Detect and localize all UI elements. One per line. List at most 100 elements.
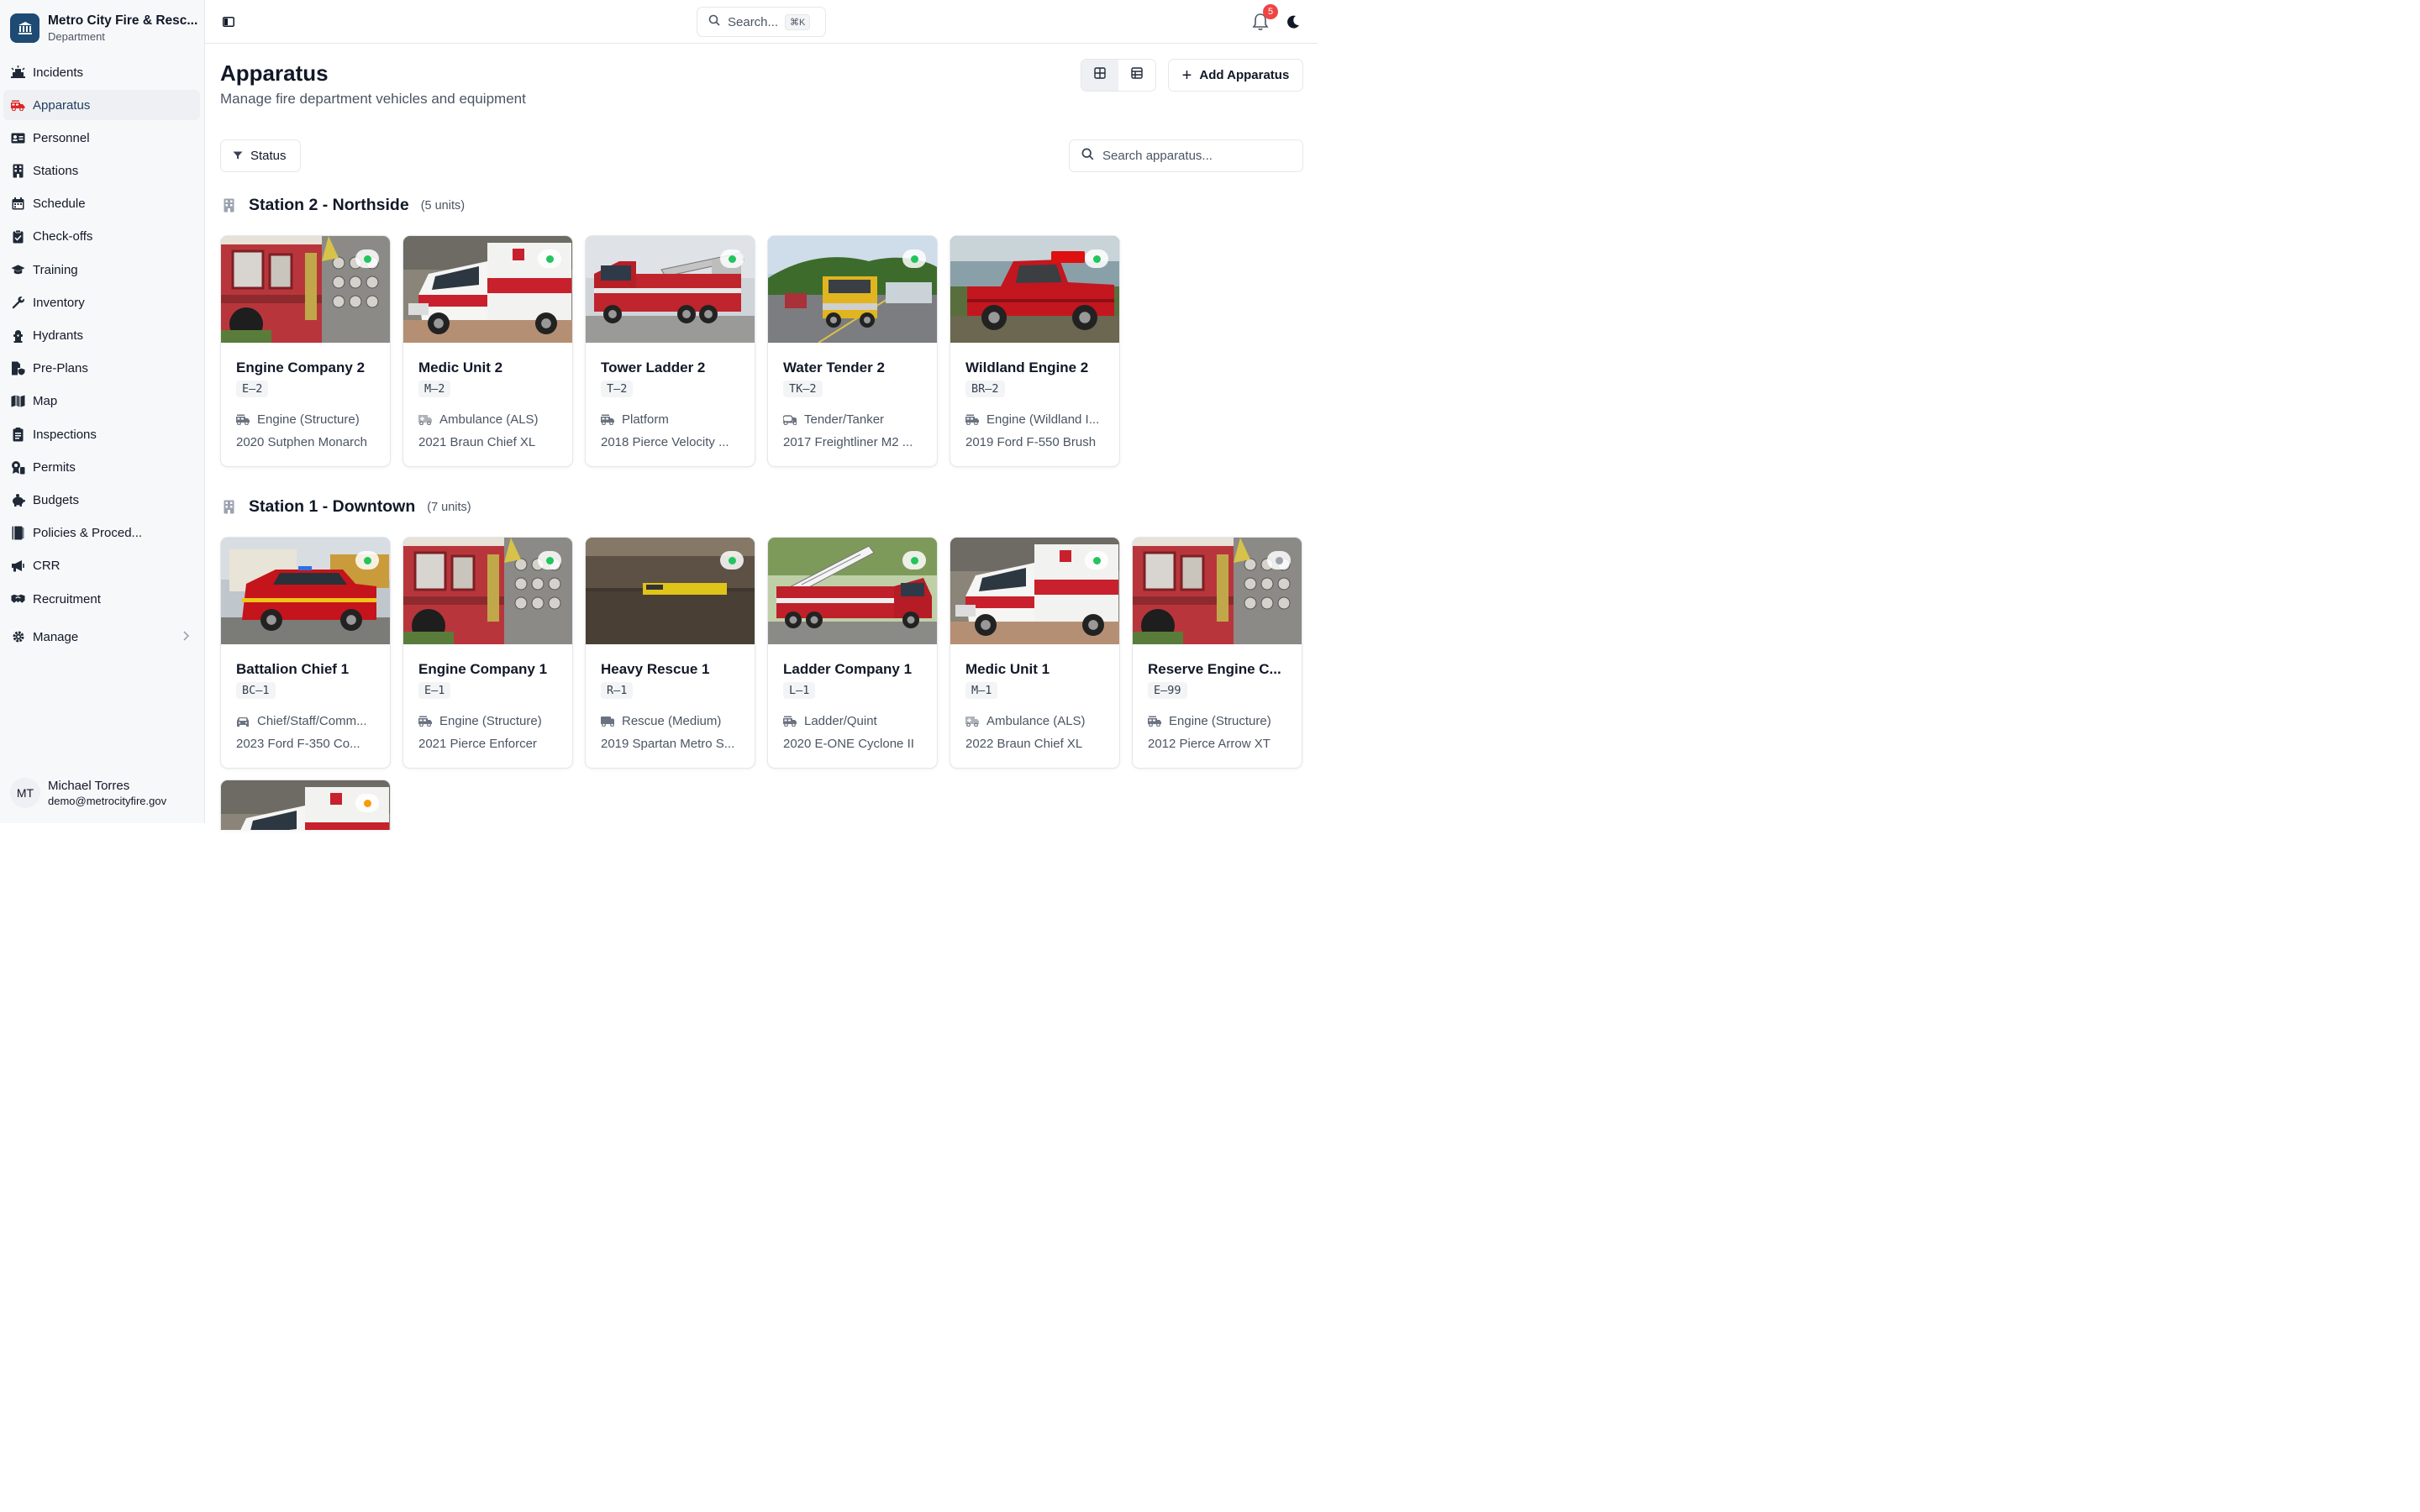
station-unit-count: (7 units) [427, 500, 471, 514]
sidebar-item-apparatus[interactable]: Apparatus [3, 90, 200, 121]
building-icon [11, 164, 25, 178]
apparatus-type: Ladder/Quint [783, 714, 877, 728]
apparatus-search-input[interactable] [1102, 149, 1287, 163]
status-indicator [355, 249, 379, 268]
sidebar-item-training[interactable]: Training [3, 255, 200, 285]
status-dot [1092, 255, 1101, 263]
status-dot [363, 799, 371, 807]
apparatus-name: Water Tender 2 [783, 360, 885, 375]
avatar: MT [10, 778, 40, 808]
apparatus-name: Engine Company 2 [236, 360, 366, 375]
sidebar-item-manage[interactable]: Manage [3, 622, 200, 652]
status-dot [910, 556, 918, 564]
rescue-truck-icon [601, 716, 614, 727]
apparatus-model: 2023 Ford F-350 Co... [236, 737, 360, 751]
page-title: Apparatus [220, 60, 329, 86]
building-icon [220, 197, 237, 214]
apparatus-card[interactable]: Wildland Engine 2 BR–2 Engine (Wildland … [950, 235, 1120, 467]
status-indicator [538, 249, 561, 268]
apparatus-card[interactable]: Engine Company 1 E–1 Engine (Structure) … [402, 537, 573, 769]
sidebar-item-label: Policies & Proced... [33, 526, 143, 541]
user-email: demo@metrocityfire.gov [48, 795, 167, 807]
fire-truck-icon [418, 716, 432, 727]
apparatus-type: Platform [601, 412, 669, 427]
apparatus-card[interactable]: Battalion Chief 1 BC–1 Chief/Staff/Comm.… [220, 537, 391, 769]
apparatus-type-label: Ladder/Quint [804, 714, 877, 728]
sidebar-item-personnel[interactable]: Personnel [3, 123, 200, 153]
status-dot [910, 255, 918, 263]
apparatus-card[interactable]: Tower Ladder 2 T–2 Platform 2018 Pierce … [585, 235, 755, 467]
org-switcher[interactable]: Metro City Fire & Resc... Department [10, 13, 197, 43]
apparatus-code: T–2 [601, 381, 634, 397]
sidebar-item-crr[interactable]: CRR [3, 551, 200, 581]
apparatus-card[interactable] [220, 780, 391, 830]
apparatus-card[interactable]: Water Tender 2 TK–2 Tender/Tanker 2017 F… [767, 235, 938, 467]
status-filter-button[interactable]: Status [220, 139, 301, 172]
apparatus-card[interactable]: Heavy Rescue 1 R–1 Rescue (Medium) 2019 … [585, 537, 755, 769]
sidebar-item-label: Inventory [33, 295, 85, 310]
sidebar-item-inspections[interactable]: Inspections [3, 419, 200, 449]
sidebar-toggle-icon[interactable] [220, 13, 237, 30]
add-apparatus-button[interactable]: + Add Apparatus [1168, 59, 1303, 92]
sidebar-item-budgets[interactable]: Budgets [3, 485, 200, 515]
apparatus-card[interactable]: Reserve Engine C... E–99 Engine (Structu… [1132, 537, 1302, 769]
sidebar-item-label: Map [33, 394, 58, 409]
sidebar-item-recruitment[interactable]: Recruitment [3, 584, 200, 614]
megaphone-icon [11, 559, 25, 573]
sidebar-item-label: Budgets [33, 492, 80, 507]
map-icon [11, 394, 25, 408]
sidebar-item-check-offs[interactable]: Check-offs [3, 222, 200, 252]
sidebar-item-permits[interactable]: Permits [3, 452, 200, 482]
apparatus-card[interactable]: Medic Unit 2 M–2 Ambulance (ALS) 2021 Br… [402, 235, 573, 467]
apparatus-type-label: Engine (Structure) [1169, 714, 1271, 728]
sidebar-item-map[interactable]: Map [3, 386, 200, 417]
apparatus-type-label: Platform [622, 412, 669, 427]
sidebar-item-schedule[interactable]: Schedule [3, 189, 200, 219]
car-icon [236, 716, 250, 727]
apparatus-type: Rescue (Medium) [601, 714, 721, 728]
graduation-cap-icon [11, 263, 25, 277]
sidebar-item-hydrants[interactable]: Hydrants [3, 321, 200, 351]
apparatus-type: Chief/Staff/Comm... [236, 714, 367, 728]
sidebar-item-policies-proced[interactable]: Policies & Proced... [3, 518, 200, 549]
sidebar-item-label: Permits [33, 459, 76, 475]
moon-icon[interactable] [1285, 13, 1302, 30]
apparatus-type: Ambulance (ALS) [418, 412, 539, 427]
file-shield-icon [11, 361, 25, 375]
page-subtitle: Manage fire department vehicles and equi… [220, 91, 526, 107]
apparatus-name: Engine Company 1 [418, 661, 548, 677]
station-unit-count: (5 units) [420, 198, 466, 213]
chevron-right-icon [182, 630, 190, 645]
sidebar-item-stations[interactable]: Stations [3, 156, 200, 186]
ambulance-icon [965, 716, 979, 727]
grid-icon [1094, 67, 1106, 83]
filter-icon [233, 149, 243, 163]
apparatus-code: L–1 [783, 682, 816, 699]
sidebar-item-inventory[interactable]: Inventory [3, 287, 200, 318]
apparatus-type-label: Engine (Structure) [439, 714, 542, 728]
sidebar: Metro City Fire & Resc... Department Inc… [0, 0, 205, 823]
sidebar-item-pre-plans[interactable]: Pre-Plans [3, 354, 200, 384]
sidebar-item-label: Incidents [33, 65, 84, 80]
table-view-button[interactable] [1118, 60, 1155, 91]
apparatus-type-label: Tender/Tanker [804, 412, 885, 427]
apparatus-type-label: Ambulance (ALS) [986, 714, 1086, 728]
global-search-button[interactable]: Search... ⌘K [697, 7, 826, 37]
apparatus-card[interactable]: Engine Company 2 E–2 Engine (Structure) … [220, 235, 391, 467]
user-name: Michael Torres [48, 779, 130, 793]
apparatus-name: Tower Ladder 2 [601, 360, 706, 375]
grid-view-button[interactable] [1081, 60, 1118, 91]
apparatus-card[interactable]: Medic Unit 1 M–1 Ambulance (ALS) 2022 Br… [950, 537, 1120, 769]
ambulance-icon [418, 414, 432, 426]
apparatus-type: Engine (Structure) [418, 714, 542, 728]
user-profile[interactable]: MT Michael Torres demo@metrocityfire.gov [10, 778, 166, 808]
notification-badge: 5 [1263, 4, 1278, 19]
org-name: Metro City Fire & Resc... [48, 13, 198, 28]
apparatus-card[interactable]: Ladder Company 1 L–1 Ladder/Quint 2020 E… [767, 537, 938, 769]
sidebar-item-label: Stations [33, 164, 79, 179]
sidebar-item-label: Manage [33, 629, 79, 644]
apparatus-search [1069, 139, 1303, 172]
building-icon [220, 499, 237, 516]
apparatus-type: Ambulance (ALS) [965, 714, 1086, 728]
sidebar-item-incidents[interactable]: Incidents [3, 57, 200, 87]
